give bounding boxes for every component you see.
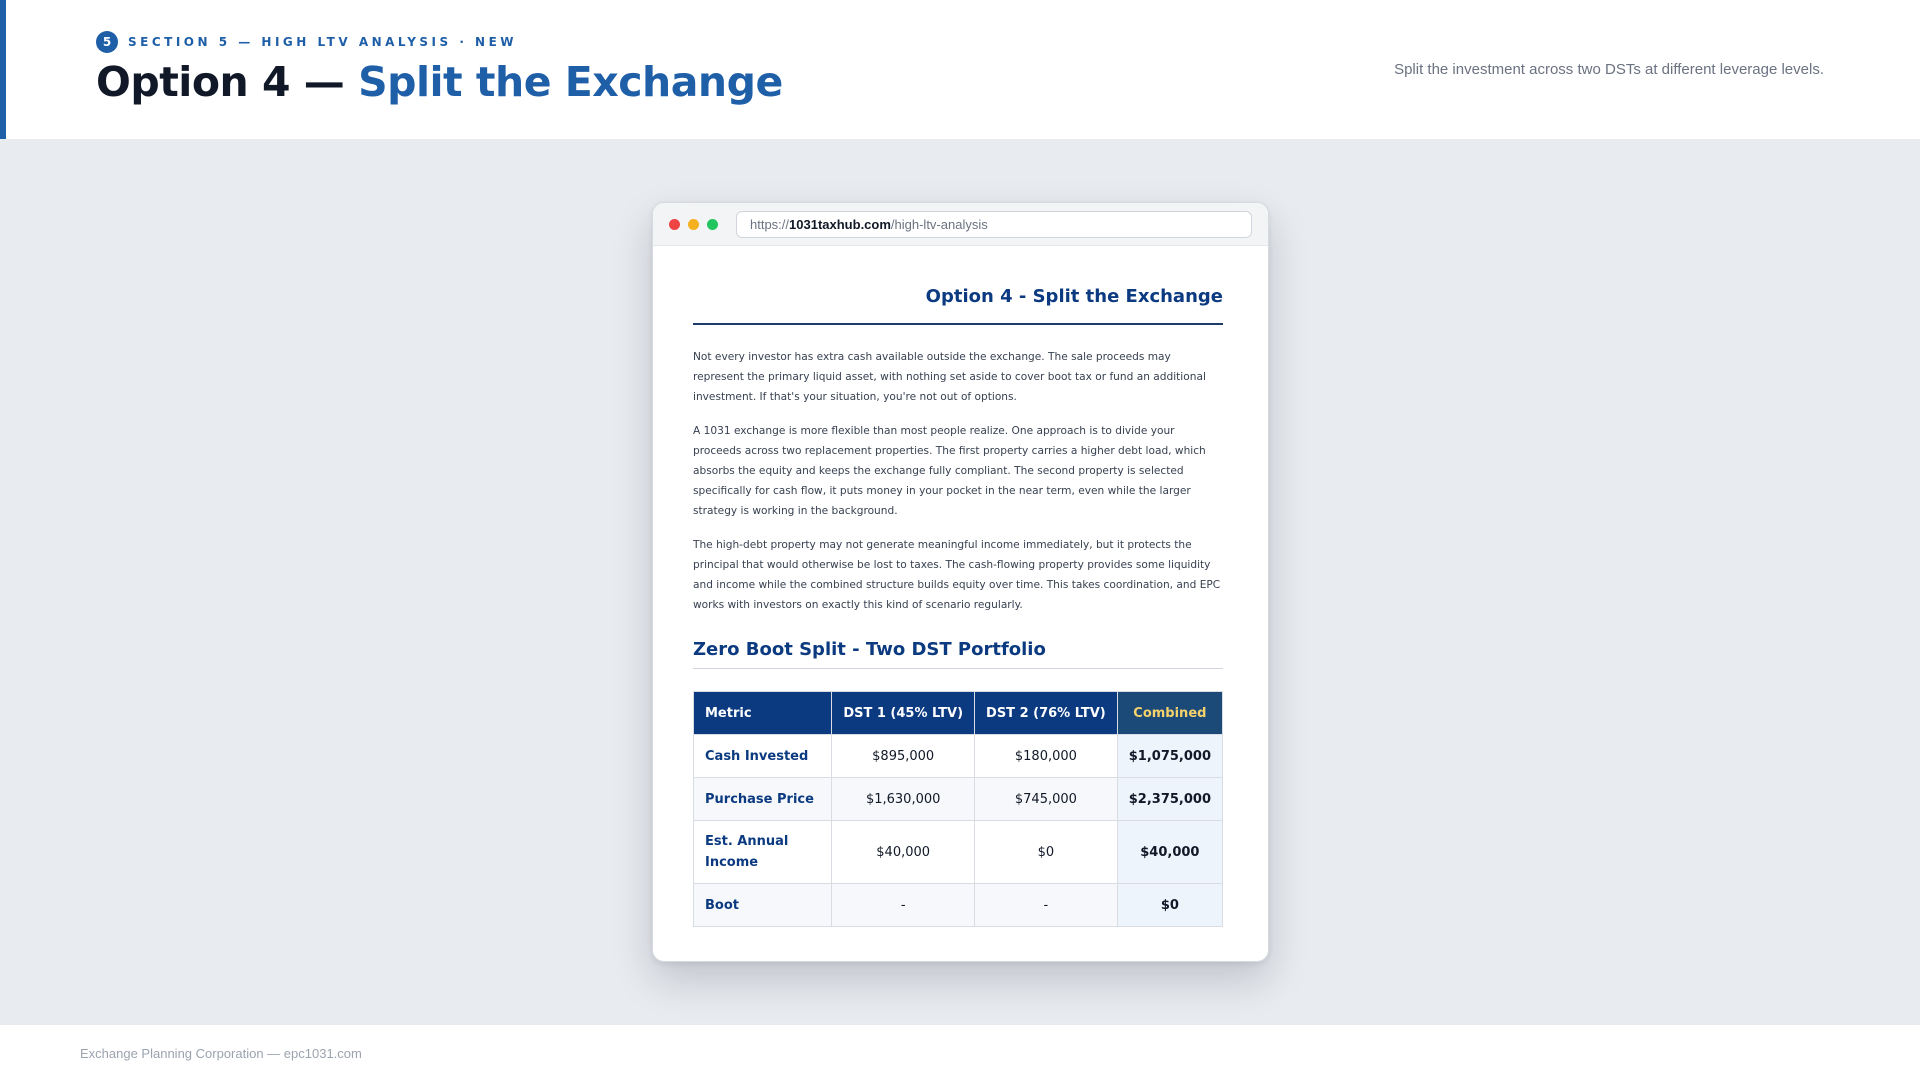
dst2-cell: $745,000 (974, 777, 1118, 821)
combined-cell: $2,375,000 (1116, 777, 1224, 821)
minimize-window-dot[interactable] (688, 218, 699, 230)
section-eyebrow: 5 Section 5 — High LTV Analysis · New (96, 31, 517, 53)
url-path: /high-ltv-analysis (890, 216, 988, 232)
page-title-main: Option 4 — (96, 58, 359, 106)
dst1-cell: - (831, 883, 976, 927)
header-metric: Metric (692, 691, 833, 735)
header-dst2: DST 2 (76% LTV) (974, 691, 1118, 735)
table-row: Boot - - $0 (692, 883, 1224, 927)
combined-cell: $40,000 (1116, 820, 1224, 884)
close-window-dot[interactable] (669, 218, 680, 230)
dst2-cell: $0 (974, 820, 1118, 884)
slide-header: 5 Section 5 — High LTV Analysis · New Op… (0, 0, 1920, 139)
document-title: Option 4 - Split the Exchange (693, 286, 1223, 325)
page-title: Option 4 — Split the Exchange (96, 58, 783, 106)
section-number-badge: 5 (96, 31, 118, 53)
page-title-accent: Split the Exchange (358, 58, 783, 106)
row-label: Cash Invested (692, 734, 833, 778)
address-bar[interactable]: https://1031taxhub.com/high-ltv-analysis (736, 210, 1252, 238)
table-row: Cash Invested $895,000 $180,000 $1,075,0… (692, 734, 1224, 778)
url-host: 1031taxhub.com (789, 216, 891, 232)
page-subtitle: Split the investment across two DSTs at … (1394, 61, 1824, 78)
row-label: Purchase Price (692, 777, 833, 821)
dst2-cell: - (974, 883, 1118, 927)
row-label: Boot (692, 883, 833, 927)
maximize-window-dot[interactable] (707, 218, 718, 230)
table-header-row: Metric DST 1 (45% LTV) DST 2 (76% LTV) C… (692, 691, 1224, 735)
paragraph: The high-debt property may not generate … (693, 539, 1221, 611)
dst1-cell: $895,000 (831, 734, 976, 778)
dst1-cell: $1,630,000 (831, 777, 976, 821)
header-accent-bar (0, 0, 6, 139)
footer-text: Exchange Planning Corporation — epc1031.… (80, 1046, 362, 1061)
dst-portfolio-table: Metric DST 1 (45% LTV) DST 2 (76% LTV) C… (692, 691, 1224, 927)
header-combined: Combined (1116, 691, 1224, 735)
table-row: Est. Annual Income $40,000 $0 $40,000 (692, 820, 1224, 884)
dst2-cell: $180,000 (974, 734, 1118, 778)
dst1-cell: $40,000 (831, 820, 976, 884)
portfolio-section-title: Zero Boot Split - Two DST Portfolio (693, 639, 1223, 669)
combined-cell: $0 (1116, 883, 1224, 927)
paragraph: Not every investor has extra cash availa… (693, 351, 1206, 403)
table-row: Purchase Price $1,630,000 $745,000 $2,37… (692, 777, 1224, 821)
section-label: Section 5 — High LTV Analysis · New (128, 35, 518, 49)
slide-footer: Exchange Planning Corporation — epc1031.… (0, 1025, 1920, 1080)
combined-cell: $1,075,000 (1116, 734, 1224, 778)
browser-toolbar: https://1031taxhub.com/high-ltv-analysis (653, 203, 1268, 246)
browser-window: https://1031taxhub.com/high-ltv-analysis… (652, 202, 1269, 962)
header-dst1: DST 1 (45% LTV) (831, 691, 976, 735)
url-scheme: https:// (750, 216, 790, 232)
paragraph: A 1031 exchange is more flexible than mo… (693, 425, 1206, 517)
row-label: Est. Annual Income (692, 820, 833, 884)
web-page-content: Option 4 - Split the Exchange Not every … (653, 246, 1268, 927)
